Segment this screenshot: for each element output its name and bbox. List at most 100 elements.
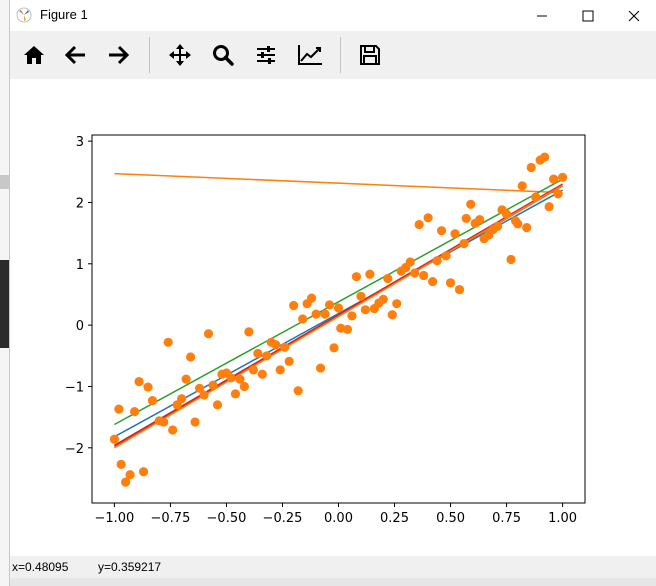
- x-tick-label: 0.75: [492, 511, 521, 526]
- data-point: [203, 329, 214, 339]
- data-point: [454, 284, 465, 295]
- forward-button[interactable]: [100, 37, 136, 73]
- data-point: [441, 251, 451, 261]
- data-point: [307, 293, 317, 303]
- data-point: [540, 152, 550, 162]
- data-point: [177, 394, 187, 404]
- data-point: [475, 215, 485, 225]
- data-point: [275, 365, 285, 375]
- edit-axes-button[interactable]: [292, 37, 328, 73]
- data-point: [320, 309, 330, 319]
- data-point: [134, 376, 144, 387]
- close-icon: [628, 10, 640, 21]
- data-point: [531, 192, 541, 202]
- zoom-button[interactable]: [205, 37, 241, 73]
- x-tick-label: 0.25: [380, 511, 409, 526]
- x-tick-label: 1.00: [548, 511, 577, 526]
- x-axis: −1.00 −0.75 −0.50 −0.25 0.00 0.25 0.50 0.75 1.00: [94, 503, 577, 526]
- data-point: [289, 300, 299, 311]
- data-point: [526, 162, 536, 173]
- data-point: [419, 270, 429, 281]
- y-tick-label: 0: [76, 319, 84, 334]
- figure-canvas[interactable]: −1.00 −0.75 −0.50 −0.25 0.00 0.25 0.50 0.75 1.00…: [10, 79, 656, 556]
- data-point: [517, 181, 527, 191]
- data-point: [342, 324, 353, 335]
- data-point: [557, 172, 568, 182]
- data-point: [163, 337, 173, 347]
- save-button[interactable]: [352, 37, 388, 73]
- data-point: [522, 223, 532, 233]
- close-button[interactable]: [611, 0, 656, 31]
- move-icon: [169, 44, 191, 66]
- data-point: [324, 300, 335, 310]
- data-point: [315, 363, 326, 373]
- window-title: Figure 1: [40, 7, 88, 22]
- data-point: [212, 400, 223, 410]
- data-point: [298, 314, 308, 324]
- minimize-button[interactable]: [519, 0, 565, 31]
- data-point: [147, 395, 158, 406]
- navigation-toolbar: [10, 31, 656, 79]
- data-point: [168, 425, 178, 435]
- maximize-icon: [582, 10, 594, 21]
- data-point: [356, 291, 366, 301]
- x-tick-label: −0.75: [151, 511, 191, 526]
- data-point: [383, 273, 393, 284]
- data-point: [244, 327, 254, 337]
- x-tick-label: 0.50: [436, 511, 465, 526]
- app-icon: [16, 7, 32, 23]
- status-bar: x=0.48095 y=0.359217: [10, 556, 656, 578]
- data-point: [432, 256, 442, 266]
- data-point: [190, 417, 200, 427]
- y-tick-label: 3: [76, 135, 84, 150]
- toolbar-separator: [149, 37, 150, 73]
- data-point: [271, 340, 281, 350]
- toolbar-separator: [340, 37, 341, 73]
- data-point: [450, 229, 460, 239]
- data-point: [513, 219, 523, 229]
- data-point: [311, 309, 321, 319]
- data-point: [138, 467, 149, 477]
- figure-window: Figure 1 −1.00 −0.75 −0.50 −0.25 0.00 0.…: [9, 0, 656, 586]
- maximize-button[interactable]: [565, 0, 611, 31]
- pan-button[interactable]: [162, 37, 198, 73]
- back-button[interactable]: [58, 37, 94, 73]
- home-button[interactable]: [16, 37, 52, 73]
- regression-line: [114, 178, 563, 426]
- data-point: [549, 174, 559, 184]
- y-axis: −2 −1 0 1 2 3: [65, 135, 92, 457]
- data-point: [109, 434, 120, 444]
- data-point: [461, 213, 471, 224]
- data-point: [410, 268, 420, 278]
- data-point: [459, 238, 469, 249]
- data-point: [466, 199, 476, 209]
- title-bar: Figure 1: [10, 0, 656, 31]
- y-tick-label: 2: [76, 196, 84, 211]
- bottom-strip: [10, 578, 656, 586]
- data-point: [387, 310, 397, 320]
- data-point: [116, 459, 126, 469]
- data-point: [360, 305, 370, 315]
- data-point: [199, 390, 209, 400]
- data-point: [186, 352, 196, 362]
- data-point: [506, 254, 516, 265]
- data-point: [445, 278, 456, 288]
- data-point: [181, 374, 191, 384]
- data-point: [262, 351, 272, 361]
- line-chart-icon: [298, 45, 322, 65]
- minimize-icon: [537, 15, 547, 16]
- data-point: [280, 342, 290, 352]
- y-tick-label: −1: [65, 380, 84, 395]
- data-point: [248, 365, 258, 375]
- y-tick-label: 1: [76, 258, 84, 273]
- arrow-right-icon: [109, 45, 129, 65]
- x-tick-label: −0.50: [207, 511, 247, 526]
- data-point: [129, 407, 140, 417]
- data-point: [544, 202, 554, 212]
- data-point: [365, 269, 375, 279]
- data-point: [553, 189, 563, 199]
- data-point: [501, 209, 512, 219]
- magnifier-icon: [213, 45, 234, 66]
- x-tick-label: −0.25: [263, 511, 303, 526]
- configure-subplots-button[interactable]: [248, 37, 284, 73]
